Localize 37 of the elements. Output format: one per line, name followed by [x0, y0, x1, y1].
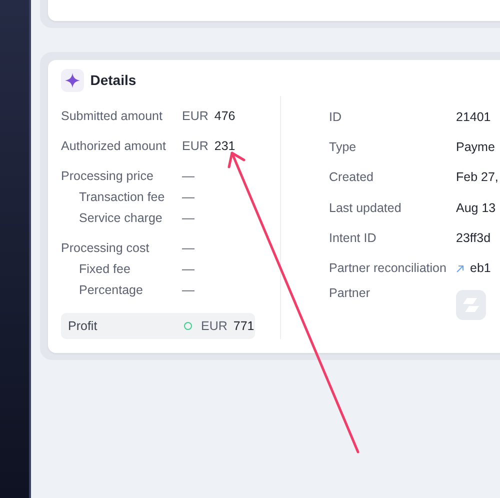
field-label: Transaction fee [78, 189, 166, 206]
currency-label: EUR [182, 108, 208, 126]
field-value: Aug 13 [456, 200, 496, 217]
field-label: Type [329, 139, 358, 156]
field-value: Payme [456, 139, 495, 156]
field-value: — [182, 261, 194, 278]
field-label: Profit [67, 318, 98, 335]
field-value: — [182, 168, 194, 186]
amount-value: 231 [214, 138, 236, 156]
field-label: Submitted amount [61, 108, 164, 126]
field-label: Percentage [78, 282, 144, 300]
field-label: Last updated [329, 200, 402, 217]
card-title: Details [90, 71, 136, 90]
reconciliation-link[interactable]: eb1 [456, 259, 491, 278]
amount-value: 771 [233, 318, 254, 335]
field-label: Fixed fee [78, 261, 132, 278]
field-label: Authorized amount [61, 138, 167, 156]
field-label: Partner reconciliation [329, 260, 448, 278]
field-value: 21401 [456, 108, 491, 126]
field-value: — [182, 282, 194, 300]
sparkle-icon [61, 69, 84, 92]
field-label: Processing cost [61, 240, 150, 258]
field-label: Intent ID [329, 230, 378, 247]
field-value: — [182, 189, 194, 206]
field-label: Service charge [78, 210, 164, 228]
amount-value: 476 [214, 108, 236, 126]
field-value: — [182, 210, 194, 228]
currency-label: EUR [182, 138, 208, 156]
field-value: Feb 27, [456, 169, 498, 186]
field-label: Created [329, 169, 374, 186]
field-value: — [182, 240, 194, 258]
field-label: Partner [329, 284, 371, 302]
field-value: 23ff3d [456, 230, 491, 247]
field-label: Processing price [61, 168, 154, 186]
external-link-icon [456, 264, 464, 273]
currency-label: EUR [201, 318, 228, 335]
field-label: ID [329, 108, 342, 126]
